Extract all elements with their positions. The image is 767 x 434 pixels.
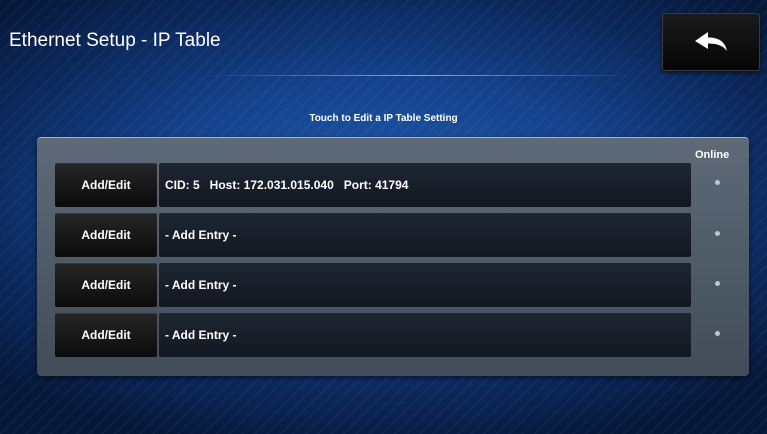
title-divider: [200, 75, 640, 76]
add-edit-button-2[interactable]: Add/Edit: [55, 213, 157, 257]
add-edit-button-1[interactable]: Add/Edit: [55, 163, 157, 207]
online-column-header: Online: [695, 149, 730, 161]
ip-entry-1[interactable]: CID: 5 Host: 172.031.015.040 Port: 41794: [159, 163, 691, 207]
online-indicator-3: [715, 281, 720, 286]
page-title: Ethernet Setup - IP Table: [9, 30, 221, 51]
ip-table-row-4: Add/Edit - Add Entry -: [55, 313, 691, 357]
ip-table-row-2: Add/Edit - Add Entry -: [55, 213, 691, 257]
back-button[interactable]: [662, 13, 760, 71]
ip-table-row-3: Add/Edit - Add Entry -: [55, 263, 691, 307]
ip-entry-4[interactable]: - Add Entry -: [159, 313, 691, 357]
back-arrow-icon: [693, 30, 729, 54]
online-indicator-1: [715, 180, 720, 185]
instructions-text: Touch to Edit a IP Table Setting: [309, 113, 458, 124]
ip-table-screen: Ethernet Setup - IP Table Touch to Edit …: [0, 0, 767, 434]
add-edit-button-3[interactable]: Add/Edit: [55, 263, 157, 307]
ip-entry-3[interactable]: - Add Entry -: [159, 263, 691, 307]
online-indicator-4: [715, 331, 720, 336]
add-edit-button-4[interactable]: Add/Edit: [55, 313, 157, 357]
ip-entry-2[interactable]: - Add Entry -: [159, 213, 691, 257]
online-indicator-2: [715, 231, 720, 236]
ip-table-row-1: Add/Edit CID: 5 Host: 172.031.015.040 Po…: [55, 163, 691, 207]
